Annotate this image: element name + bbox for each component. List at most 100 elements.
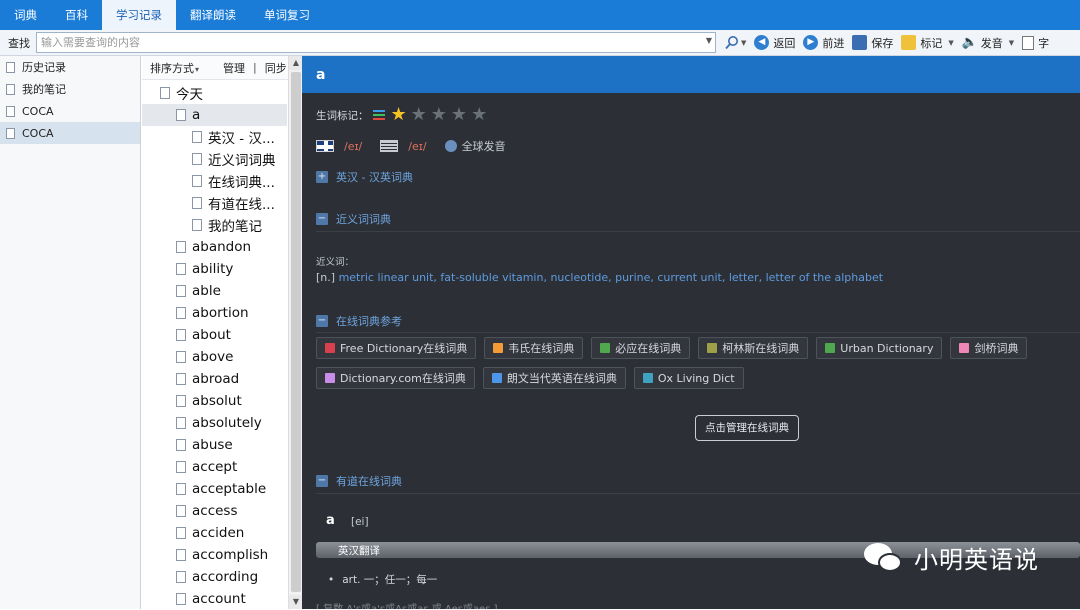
manage-link[interactable]: 管理 xyxy=(223,60,245,76)
tree-word[interactable]: able xyxy=(142,280,287,302)
document-icon xyxy=(6,105,15,117)
tree-word[interactable]: acciden xyxy=(142,522,287,544)
document-icon xyxy=(176,285,186,297)
tree-scrollbar[interactable]: ▲ ▼ xyxy=(288,56,303,609)
section-online-header[interactable]: − 在线词典参考 xyxy=(316,313,402,329)
star-empty-icon[interactable]: ★ xyxy=(471,104,487,125)
star-empty-icon[interactable]: ★ xyxy=(411,104,427,125)
sync-link[interactable]: 同步 xyxy=(265,60,287,76)
back-button[interactable]: ◀ 返回 xyxy=(754,32,795,54)
tree-node-current-word[interactable]: a xyxy=(142,104,287,126)
tree-word[interactable]: absolutely xyxy=(142,412,287,434)
tab-encyclopedia[interactable]: 百科 xyxy=(51,0,102,30)
manage-online-dicts-button[interactable]: 点击管理在线词典 xyxy=(695,415,799,441)
tree-node-today[interactable]: 今天 xyxy=(142,82,287,104)
tree-word[interactable]: abroad xyxy=(142,368,287,390)
collapse-icon[interactable]: − xyxy=(316,475,328,487)
collapse-icon[interactable]: − xyxy=(316,315,328,327)
tree-word[interactable]: about xyxy=(142,324,287,346)
save-button[interactable]: 保存 xyxy=(852,32,893,54)
mark-button[interactable]: 标记 ▼ xyxy=(901,32,954,54)
tree-subnode[interactable]: 有道在线... xyxy=(142,192,287,214)
tree-word-label: above xyxy=(192,349,234,365)
forward-arrow-icon: ▶ xyxy=(803,35,819,50)
dict-chip-label: 朗文当代英语在线词典 xyxy=(506,372,617,385)
tree-word[interactable]: account xyxy=(142,588,287,610)
tree-subnode[interactable]: 英汉 - 汉... xyxy=(142,126,287,148)
document-icon xyxy=(176,395,186,407)
search-options-button[interactable]: ▼ xyxy=(724,32,746,54)
speak-button[interactable]: 🔈 发音 ▼ xyxy=(962,32,1014,54)
tab-word-review[interactable]: 单词复习 xyxy=(250,0,324,30)
scroll-thumb[interactable] xyxy=(291,72,301,592)
scroll-up-icon[interactable]: ▲ xyxy=(289,56,303,70)
section-youdao-header[interactable]: − 有道在线词典 xyxy=(316,473,402,489)
online-dict-chip[interactable]: 柯林斯在线词典 xyxy=(698,337,809,359)
chevron-down-icon[interactable]: ▼ xyxy=(948,39,953,47)
dict-chip-label: Ox Living Dict xyxy=(657,371,735,385)
tree-word[interactable]: abandon xyxy=(142,236,287,258)
tree-subnode[interactable]: 我的笔记 xyxy=(142,214,287,236)
uk-flag-icon[interactable] xyxy=(316,140,334,152)
left-item-label: 历史记录 xyxy=(22,61,66,74)
collapse-icon[interactable]: − xyxy=(316,213,328,225)
search-history-dropdown-icon[interactable]: ▼ xyxy=(706,36,712,45)
tree-subnode[interactable]: 近义词词典 xyxy=(142,148,287,170)
left-item-coca-selected[interactable]: COCA xyxy=(0,122,140,144)
word-mark-row: 生词标记： ★ ★ ★ ★ ★ xyxy=(316,106,491,124)
tree-word[interactable]: accept xyxy=(142,456,287,478)
left-item-my-notes[interactable]: 我的笔记 xyxy=(0,78,140,100)
us-flag-icon[interactable] xyxy=(380,140,399,152)
tree-node-label: 近义词词典 xyxy=(208,153,276,169)
online-dict-chip[interactable]: 韦氏在线词典 xyxy=(484,337,584,359)
section-ech-header[interactable]: + 英汉 - 汉英词典 xyxy=(316,169,413,185)
tree-word-label: accept xyxy=(192,459,238,475)
online-dict-chip[interactable]: 朗文当代英语在线词典 xyxy=(482,367,626,389)
dict-color-icon xyxy=(707,343,718,353)
scroll-down-icon[interactable]: ▼ xyxy=(289,595,303,609)
tab-study-records[interactable]: 学习记录 xyxy=(102,0,176,30)
online-dict-chip[interactable]: Dictionary.com在线词典 xyxy=(316,367,475,389)
wechat-watermark: 小明英语说 xyxy=(864,540,1039,575)
dict-color-icon xyxy=(600,343,611,353)
forward-label: 前进 xyxy=(822,36,845,50)
left-item-history[interactable]: 历史记录 xyxy=(0,56,140,78)
online-dict-chip[interactable]: Urban Dictionary xyxy=(816,337,943,359)
left-item-coca[interactable]: COCA xyxy=(0,100,140,122)
online-dict-row-1: Free Dictionary在线词典 韦氏在线词典 必应在线词典 柯林斯在线词典 Ur… xyxy=(316,337,1035,359)
star-empty-icon[interactable]: ★ xyxy=(431,104,447,125)
chevron-down-icon[interactable]: ▼ xyxy=(1009,39,1014,47)
tree-word[interactable]: abuse xyxy=(142,434,287,456)
dict-color-icon xyxy=(642,373,653,383)
online-dict-chip[interactable]: 必应在线词典 xyxy=(591,337,691,359)
level-bars-icon[interactable] xyxy=(372,110,385,120)
tree-word[interactable]: ability xyxy=(142,258,287,280)
more-button[interactable]: 字 xyxy=(1022,32,1049,54)
tree-word[interactable]: accomplish xyxy=(142,544,287,566)
globe-icon[interactable] xyxy=(444,140,457,152)
document-icon xyxy=(176,527,186,539)
tab-dictionary[interactable]: 词典 xyxy=(0,0,51,30)
star-filled-icon[interactable]: ★ xyxy=(391,104,407,125)
tree-word[interactable]: access xyxy=(142,500,287,522)
online-dict-chip[interactable]: Free Dictionary在线词典 xyxy=(316,337,477,359)
tree-word[interactable]: acceptable xyxy=(142,478,287,500)
tree-word[interactable]: according xyxy=(142,566,287,588)
tree-word[interactable]: above xyxy=(142,346,287,368)
tab-translate-read[interactable]: 翻译朗读 xyxy=(176,0,250,30)
search-box[interactable]: ▼ xyxy=(36,32,716,53)
online-dict-chip[interactable]: 剑桥词典 xyxy=(950,337,1028,359)
forward-button[interactable]: ▶ 前进 xyxy=(803,32,844,54)
tree-word[interactable]: absolut xyxy=(142,390,287,412)
section-synonym-header[interactable]: − 近义词词典 xyxy=(316,211,391,227)
online-dict-chip[interactable]: Ox Living Dict xyxy=(633,367,744,389)
tree-word[interactable]: abortion xyxy=(142,302,287,324)
expand-icon[interactable]: + xyxy=(316,171,328,183)
search-input[interactable] xyxy=(37,33,697,52)
star-empty-icon[interactable]: ★ xyxy=(451,104,467,125)
dict-color-icon xyxy=(491,373,502,383)
global-pronunciation-link[interactable]: 全球发音 xyxy=(462,138,506,154)
sort-dropdown[interactable]: 排序方式 xyxy=(150,60,199,76)
tree-subnode[interactable]: 在线词典... xyxy=(142,170,287,192)
synonym-links[interactable]: metric linear unit, fat-soluble vitamin,… xyxy=(339,271,883,284)
